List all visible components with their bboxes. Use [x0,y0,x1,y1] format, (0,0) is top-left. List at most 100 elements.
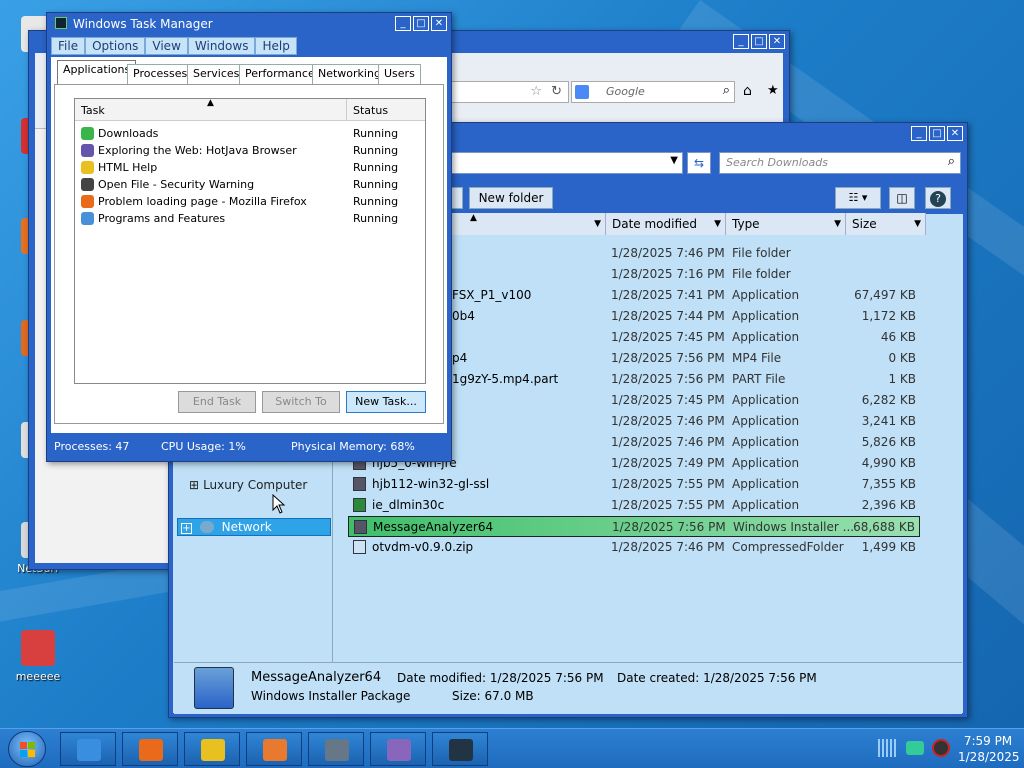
star-icon[interactable]: ☆ [530,84,542,99]
taskbar-item-firefox[interactable] [122,732,178,766]
task-status: Running [353,212,399,225]
tab-applications[interactable]: Applications [57,60,137,84]
dropdown-arrow-icon[interactable]: ▼ [670,155,678,166]
tab-services[interactable]: Services [187,64,246,84]
clock[interactable]: 7:59 PM 1/28/2025 [958,733,1020,765]
task-row[interactable]: Exploring the Web: HotJava Browser Runnin… [81,142,421,159]
task-row[interactable]: Open File - Security Warning Running [81,176,421,193]
search-input[interactable]: Google ⌕ [571,81,735,103]
new-folder-button[interactable]: New folder [469,187,553,209]
status-bar: Processes: 47 CPU Usage: 1% Physical Mem… [51,435,447,459]
file-row[interactable]: ie_dlmin30c 1/28/2025 7:55 PM Application 2… [348,495,920,516]
file-date: 1/28/2025 7:16 PM [611,267,725,281]
file-size: 0 KB [888,351,916,365]
taskbar-item-disk[interactable] [308,732,364,766]
minimize-button[interactable]: _ [911,126,927,141]
refresh-button[interactable]: ⇆ [687,152,711,174]
file-row[interactable]: hjb112-win32-gl-ssl 1/28/2025 7:55 PM Appl… [348,474,920,495]
task-name: HTML Help [98,161,158,174]
app-icon [81,212,94,225]
explorer-icon [77,739,101,761]
file-type: Application [732,309,800,323]
column-name[interactable]: ▲ ▼ [452,213,606,235]
app-icon [81,127,94,140]
column-date[interactable]: Date modified ▼ [606,213,726,235]
new-task-button[interactable]: New Task... [346,391,426,413]
file-size: 6,282 KB [861,393,916,407]
view-options-button[interactable]: ☷ ▾ [835,187,881,209]
menu-windows[interactable]: Windows [187,37,256,55]
preview-pane-button[interactable]: ◫ [889,187,915,209]
task-row[interactable]: Programs and Features Running [81,210,421,227]
file-size: 1,499 KB [861,540,916,554]
file-type: Application [732,477,800,491]
end-task-button[interactable]: End Task [178,391,256,413]
close-button[interactable]: ✕ [947,126,963,141]
task-row[interactable]: HTML Help Running [81,159,421,176]
file-type: Application [732,435,800,449]
file-date: 1/28/2025 7:45 PM [611,330,725,344]
desktop-icon[interactable]: meeeee [8,630,68,683]
menu-help[interactable]: Help [255,37,297,55]
file-type: Windows Installer ... [733,520,855,534]
file-date: 1/28/2025 7:46 PM [611,540,725,554]
app-icon [81,161,94,174]
menu-file[interactable]: File [51,37,86,55]
maximize-button[interactable]: □ [929,126,945,141]
file-row[interactable]: otvdm-v0.9.0.zip 1/28/2025 7:46 PM Compres… [348,537,920,558]
file-size: 2,396 KB [861,498,916,512]
search-icon[interactable]: ⌕ [723,83,730,98]
menu-view[interactable]: View [145,37,188,55]
tray-icon[interactable] [906,741,924,755]
reload-icon[interactable]: ↻ [551,84,562,99]
close-button[interactable]: ✕ [769,34,785,49]
bookmarks-icon[interactable]: ★ [767,83,779,98]
nav-item-network[interactable]: + Network [177,518,331,536]
minimize-button[interactable]: _ [733,34,749,49]
task-list[interactable]: Task ▲ Status Downloads Running Exploring t… [74,98,426,384]
expand-icon[interactable]: + [181,523,192,534]
column-type[interactable]: Type ▼ [726,213,846,235]
taskbar-item-explorer[interactable] [60,732,116,766]
network-icon [199,521,214,533]
help-button[interactable]: ? [925,187,951,209]
nav-item-computer[interactable]: ⊞ Luxury Computer [189,478,307,492]
task-name: Open File - Security Warning [98,178,255,191]
switch-to-button[interactable]: Switch To [262,391,340,413]
start-button[interactable] [8,731,46,767]
task-row[interactable]: Problem loading page - Mozilla Firefox Ru… [81,193,421,210]
file-size: 1 KB [888,372,916,386]
file-type: Application [732,288,800,302]
file-icon [353,477,366,491]
maximize-button[interactable]: □ [751,34,767,49]
network-tray-icon[interactable] [878,739,896,757]
search-downloads-input[interactable]: Search Downloads ⌕ [719,152,961,174]
close-button[interactable]: ✕ [431,16,447,31]
task-row[interactable]: Downloads Running [81,125,421,142]
column-size[interactable]: Size ▼ [846,213,926,235]
taskbar-item-box[interactable] [246,732,302,766]
tab-networking[interactable]: Networking [312,64,387,84]
window-title: Windows Task Manager [73,17,213,31]
file-type: Application [732,498,800,512]
search-icon[interactable]: ⌕ [948,154,955,169]
file-type: PART File [732,372,786,386]
menu-options[interactable]: Options [85,37,146,55]
tab-performance[interactable]: Performance [239,64,321,84]
file-type: Application [732,414,800,428]
volume-icon[interactable] [932,739,950,757]
file-row[interactable]: MessageAnalyzer64 1/28/2025 7:56 PM Window… [348,516,920,537]
taskbar-item-taskmgr[interactable] [432,732,488,766]
minimize-button[interactable]: _ [395,16,411,31]
taskbar: 7:59 PM 1/28/2025 [0,728,1024,768]
taskbar-item-hotjava[interactable] [370,732,426,766]
taskbar-item-help[interactable] [184,732,240,766]
address-bar[interactable]: ☆ ↻ [449,81,569,103]
column-status[interactable]: Status [347,99,425,121]
maximize-button[interactable]: □ [413,16,429,31]
home-icon[interactable]: ⌂ [743,83,752,99]
tab-processes[interactable]: Processes [127,64,194,84]
column-task[interactable]: Task ▲ [75,98,347,121]
tab-users[interactable]: Users [378,64,421,84]
file-name: ie_dlmin30c [372,498,445,512]
